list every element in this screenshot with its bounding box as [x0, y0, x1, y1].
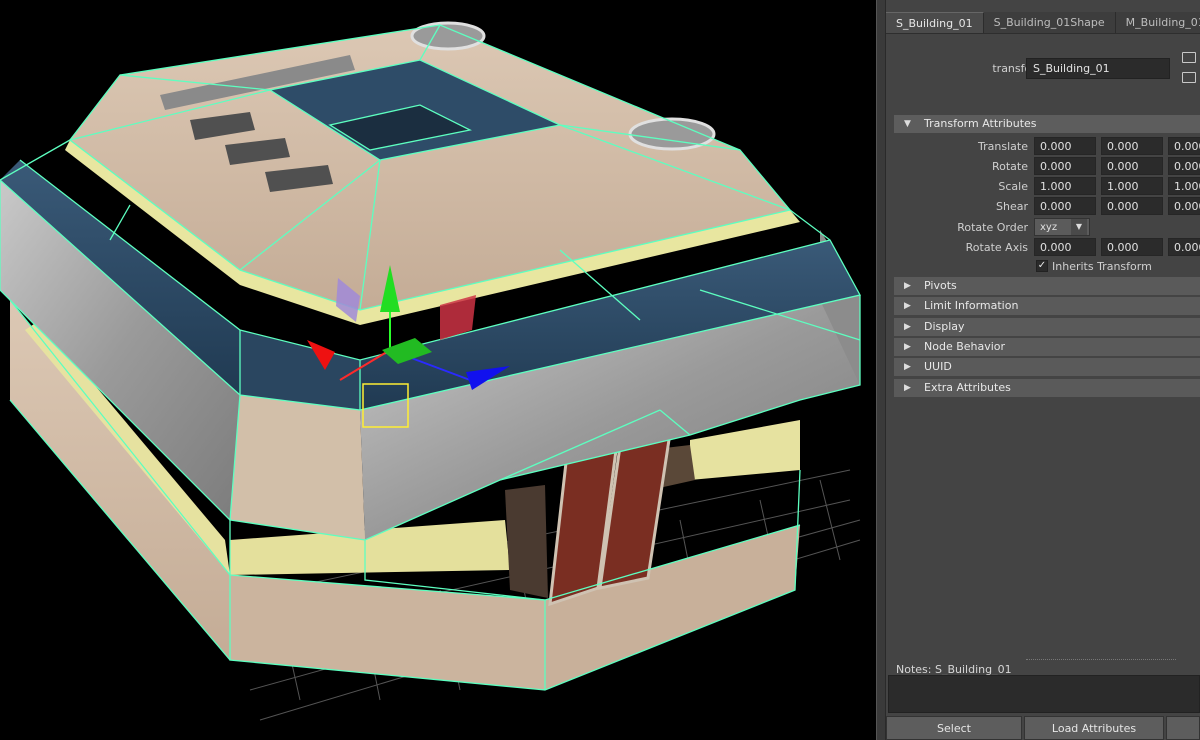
- scale-z-field[interactable]: 1.000: [1168, 177, 1200, 195]
- rotate-axis-z-field[interactable]: 0.000: [1168, 238, 1200, 256]
- rotate-axis-y-field[interactable]: 0.000: [1101, 238, 1163, 256]
- shear-y-field[interactable]: 0.000: [1101, 197, 1163, 215]
- shear-z-field[interactable]: 0.000: [1168, 197, 1200, 215]
- notes-resize-handle[interactable]: [1026, 659, 1176, 660]
- translate-z-field[interactable]: 0.000: [1168, 137, 1200, 155]
- rotate-order-dropdown[interactable]: xyz ▼: [1034, 218, 1090, 236]
- translate-y-field[interactable]: 0.000: [1101, 137, 1163, 155]
- viewport-canvas[interactable]: [0, 0, 876, 740]
- collapsed-triangle-icon: ▶: [904, 281, 911, 291]
- tab-divider: [886, 33, 1200, 34]
- select-button[interactable]: Select: [886, 716, 1022, 740]
- transform-name-field[interactable]: S_Building_01: [1026, 58, 1170, 79]
- notes-textarea[interactable]: [888, 675, 1200, 713]
- transform-name-row: transform: S_Building_01: [886, 58, 1200, 80]
- section-display[interactable]: ▶ Display: [894, 318, 1200, 336]
- rotate-order-label: Rotate Order: [957, 221, 1028, 234]
- scale-label: Scale: [998, 180, 1028, 193]
- rotate-axis-label: Rotate Axis: [965, 241, 1028, 254]
- scale-row: Scale 1.000 1.000 1.000: [886, 177, 1200, 197]
- load-attributes-button[interactable]: Load Attributes: [1024, 716, 1164, 740]
- panel-splitter[interactable]: [876, 0, 886, 740]
- copy-tab-button[interactable]: [1166, 716, 1200, 740]
- viewport-3d[interactable]: [0, 0, 876, 740]
- collapsed-triangle-icon: ▶: [904, 362, 911, 372]
- rotate-order-row: Rotate Order xyz ▼: [886, 218, 1200, 238]
- scale-y-field[interactable]: 1.000: [1101, 177, 1163, 195]
- collapsed-triangle-icon: ▶: [904, 322, 911, 332]
- scale-x-field[interactable]: 1.000: [1034, 177, 1096, 195]
- rotate-z-field[interactable]: 0.000: [1168, 157, 1200, 175]
- shear-label: Shear: [996, 200, 1028, 213]
- rotate-axis-x-field[interactable]: 0.000: [1034, 238, 1096, 256]
- inherits-transform-checkbox[interactable]: ✓: [1036, 260, 1048, 272]
- dropdown-arrow-icon: ▼: [1071, 219, 1087, 235]
- rotate-label: Rotate: [991, 160, 1028, 173]
- section-extra-attributes[interactable]: ▶ Extra Attributes: [894, 379, 1200, 397]
- tab-shape-node[interactable]: S_Building_01Shape: [983, 12, 1116, 34]
- collapsed-triangle-icon: ▶: [904, 301, 911, 311]
- translate-row: Translate 0.000 0.000 0.000: [886, 137, 1200, 157]
- focus-icon[interactable]: [1182, 52, 1196, 63]
- tab-material-node[interactable]: M_Building_01: [1115, 12, 1200, 34]
- section-pivots[interactable]: ▶ Pivots: [894, 277, 1200, 295]
- section-node-behavior[interactable]: ▶ Node Behavior: [894, 338, 1200, 356]
- collapsed-triangle-icon: ▶: [904, 342, 911, 352]
- shear-row: Shear 0.000 0.000 0.000: [886, 197, 1200, 217]
- presets-icon[interactable]: [1182, 72, 1196, 83]
- inherits-transform-row: ✓ Inherits Transform: [886, 258, 1200, 278]
- inherits-transform-label: Inherits Transform: [1052, 260, 1152, 273]
- section-transform-attributes[interactable]: ▼ Transform Attributes: [894, 115, 1200, 133]
- translate-x-field[interactable]: 0.000: [1034, 137, 1096, 155]
- rotate-y-field[interactable]: 0.000: [1101, 157, 1163, 175]
- section-limit-information[interactable]: ▶ Limit Information: [894, 297, 1200, 315]
- section-uuid[interactable]: ▶ UUID: [894, 358, 1200, 376]
- expanded-triangle-icon: ▼: [904, 119, 911, 129]
- translate-label: Translate: [978, 140, 1028, 153]
- rotate-row: Rotate 0.000 0.000 0.000: [886, 157, 1200, 177]
- attribute-editor-tabs: S_Building_01 S_Building_01Shape M_Build…: [886, 12, 1200, 34]
- collapsed-triangle-icon: ▶: [904, 383, 911, 393]
- shear-x-field[interactable]: 0.000: [1034, 197, 1096, 215]
- attribute-editor: S_Building_01 S_Building_01Shape M_Build…: [886, 0, 1200, 740]
- rotate-x-field[interactable]: 0.000: [1034, 157, 1096, 175]
- tab-transform-node[interactable]: S_Building_01: [886, 12, 984, 34]
- rotate-axis-row: Rotate Axis 0.000 0.000 0.000: [886, 238, 1200, 258]
